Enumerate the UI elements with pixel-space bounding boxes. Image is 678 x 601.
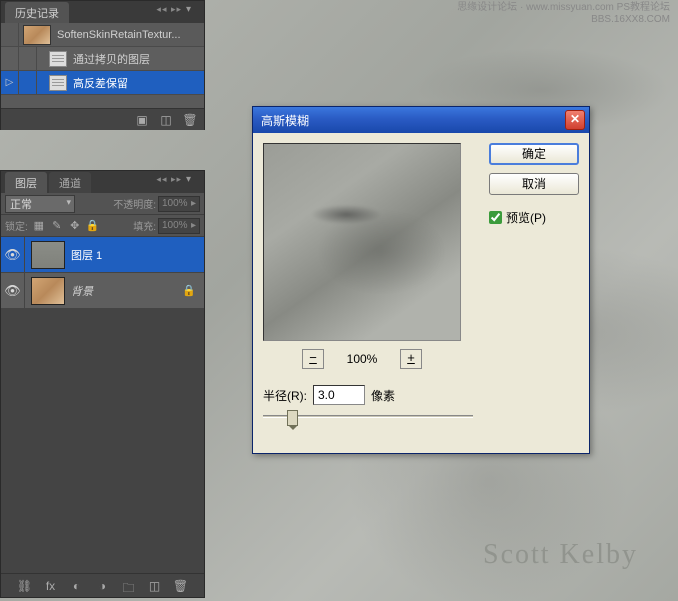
eye-icon: 👁 xyxy=(4,247,21,263)
layer-name-1[interactable]: 图层 1 xyxy=(71,247,102,263)
opacity-input[interactable]: 100%▸ xyxy=(158,196,200,212)
layer-mask-icon[interactable]: ◐ xyxy=(69,579,85,593)
preview-checkbox-label: 预览(P) xyxy=(506,209,546,226)
zoom-percent: 100% xyxy=(342,352,382,366)
layer-row-background[interactable]: 👁 背景 🔒 xyxy=(1,273,204,309)
delete-layer-icon[interactable]: 🗑 xyxy=(173,579,189,593)
layer-row-1[interactable]: 👁 图层 1 xyxy=(1,237,204,273)
signature-text: Scott Kelby xyxy=(483,539,638,571)
layers-options-row: 正常 不透明度: 100%▸ xyxy=(1,193,204,215)
fill-input[interactable]: 100%▸ xyxy=(158,218,200,234)
lock-transparency-icon[interactable]: ▦ xyxy=(32,219,46,233)
fill-label: 填充: xyxy=(133,218,156,233)
history-footer: ▣ ◫ 🗑 xyxy=(1,108,204,130)
layer-style-icon[interactable]: fx xyxy=(43,579,59,593)
tab-history[interactable]: 历史记录 xyxy=(5,2,69,23)
radius-unit: 像素 xyxy=(371,387,395,404)
layer-name-bg[interactable]: 背景 xyxy=(71,283,93,299)
history-brush-pointer-icon: ▷ xyxy=(6,77,14,88)
history-source-toggle[interactable]: ▷ xyxy=(1,71,19,94)
delete-state-icon[interactable]: 🗑 xyxy=(182,113,198,127)
ok-button[interactable]: 确定 xyxy=(489,143,579,165)
preview-box[interactable] xyxy=(263,143,461,341)
cancel-button[interactable]: 取消 xyxy=(489,173,579,195)
panel-menu-icon[interactable] xyxy=(186,3,200,17)
history-list: SoftenSkinRetainTextur... 通过拷贝的图层 ▷ 高反差保… xyxy=(1,23,204,108)
new-document-from-state-icon[interactable]: ▣ xyxy=(134,113,150,127)
chevron-right-icon: ▸ xyxy=(191,198,196,209)
dialog-body: − 100% + 半径(R): 像素 确定 取消 预览(P) xyxy=(253,133,589,453)
history-step2-col2 xyxy=(19,71,37,94)
history-snapshot-marker xyxy=(1,23,19,46)
dialog-title: 高斯模糊 xyxy=(261,112,565,129)
layer-copy-icon xyxy=(49,51,67,67)
visibility-toggle[interactable]: 👁 xyxy=(1,237,25,272)
link-layers-icon[interactable]: ⛓ xyxy=(17,579,33,593)
highpass-icon xyxy=(49,75,67,91)
layers-list: 👁 图层 1 👁 背景 🔒 xyxy=(1,237,204,573)
history-panel: 历史记录 ◂◂ ▸▸ SoftenSkinRetainTextur... 通过拷… xyxy=(0,0,205,130)
new-snapshot-icon[interactable]: ◫ xyxy=(158,113,174,127)
history-tabbar: 历史记录 ◂◂ ▸▸ xyxy=(1,1,204,23)
layer-thumb-1[interactable] xyxy=(31,241,65,269)
zoom-row: − 100% + xyxy=(263,349,461,369)
chevron-right-icon: ▸ xyxy=(191,220,196,231)
history-step2-label: 高反差保留 xyxy=(71,75,204,91)
lock-label: 锁定: xyxy=(5,218,28,233)
layers-tabbar: 图层 通道 ◂◂ ▸▸ xyxy=(1,171,204,193)
radius-input[interactable] xyxy=(313,385,365,405)
lock-position-icon[interactable]: ✥ xyxy=(68,219,82,233)
lock-icon: 🔒 xyxy=(182,284,196,297)
history-step-2[interactable]: ▷ 高反差保留 xyxy=(1,71,204,95)
lock-all-icon[interactable]: 🔒 xyxy=(86,219,100,233)
radius-label: 半径(R): xyxy=(263,387,307,404)
dialog-titlebar[interactable]: 高斯模糊 ✕ xyxy=(253,107,589,133)
dialog-buttons: 确定 取消 预览(P) xyxy=(489,143,579,226)
zoom-in-button[interactable]: + xyxy=(400,349,422,369)
close-button[interactable]: ✕ xyxy=(565,110,585,130)
history-step-1[interactable]: 通过拷贝的图层 xyxy=(1,47,204,71)
eye-icon: 👁 xyxy=(4,283,21,299)
preview-checkbox[interactable]: 预览(P) xyxy=(489,209,579,226)
slider-thumb[interactable] xyxy=(287,410,298,426)
preview-checkbox-input[interactable] xyxy=(489,211,502,224)
history-snapshot-row[interactable]: SoftenSkinRetainTextur... xyxy=(1,23,204,47)
panel-grip-icon: ◂◂ ▸▸ xyxy=(156,4,182,15)
group-icon[interactable]: 🗀 xyxy=(121,579,137,593)
tab-channels[interactable]: 通道 xyxy=(49,172,91,193)
layer-thumb-bg[interactable] xyxy=(31,277,65,305)
panel-menu-icon[interactable] xyxy=(186,173,200,187)
history-step1-col1 xyxy=(1,47,19,70)
zoom-out-button[interactable]: − xyxy=(302,349,324,369)
history-step1-label: 通过拷贝的图层 xyxy=(71,51,204,67)
visibility-toggle[interactable]: 👁 xyxy=(1,273,25,308)
blend-mode-select[interactable]: 正常 xyxy=(5,195,75,213)
adjustment-layer-icon[interactable]: ◑ xyxy=(95,579,111,593)
history-snapshot-thumb xyxy=(23,25,51,45)
lock-row: 锁定: ▦ ✎ ✥ 🔒 填充: 100%▸ xyxy=(1,215,204,237)
tab-layers[interactable]: 图层 xyxy=(5,172,47,193)
panel-grip-icon: ◂◂ ▸▸ xyxy=(156,174,182,185)
radius-slider[interactable] xyxy=(263,415,473,418)
lock-pixels-icon[interactable]: ✎ xyxy=(50,219,64,233)
gaussian-blur-dialog: 高斯模糊 ✕ − 100% + 半径(R): 像素 确定 取消 预览(P) xyxy=(252,106,590,454)
watermark-line1: 思缘设计论坛 · www.missyuan.com PS教程论坛 xyxy=(457,2,670,14)
history-step1-col2 xyxy=(19,47,37,70)
watermark: 思缘设计论坛 · www.missyuan.com PS教程论坛 BBS.16X… xyxy=(457,2,670,26)
layers-panel: 图层 通道 ◂◂ ▸▸ 正常 不透明度: 100%▸ 锁定: ▦ ✎ ✥ 🔒 填… xyxy=(0,170,205,598)
layers-footer: ⛓ fx ◐ ◑ 🗀 ◫ 🗑 xyxy=(1,573,204,597)
radius-row: 半径(R): 像素 xyxy=(263,385,579,405)
history-snapshot-label: SoftenSkinRetainTextur... xyxy=(55,29,204,41)
new-layer-icon[interactable]: ◫ xyxy=(147,579,163,593)
opacity-label: 不透明度: xyxy=(113,196,156,211)
watermark-line2: BBS.16XX8.COM xyxy=(457,14,670,26)
